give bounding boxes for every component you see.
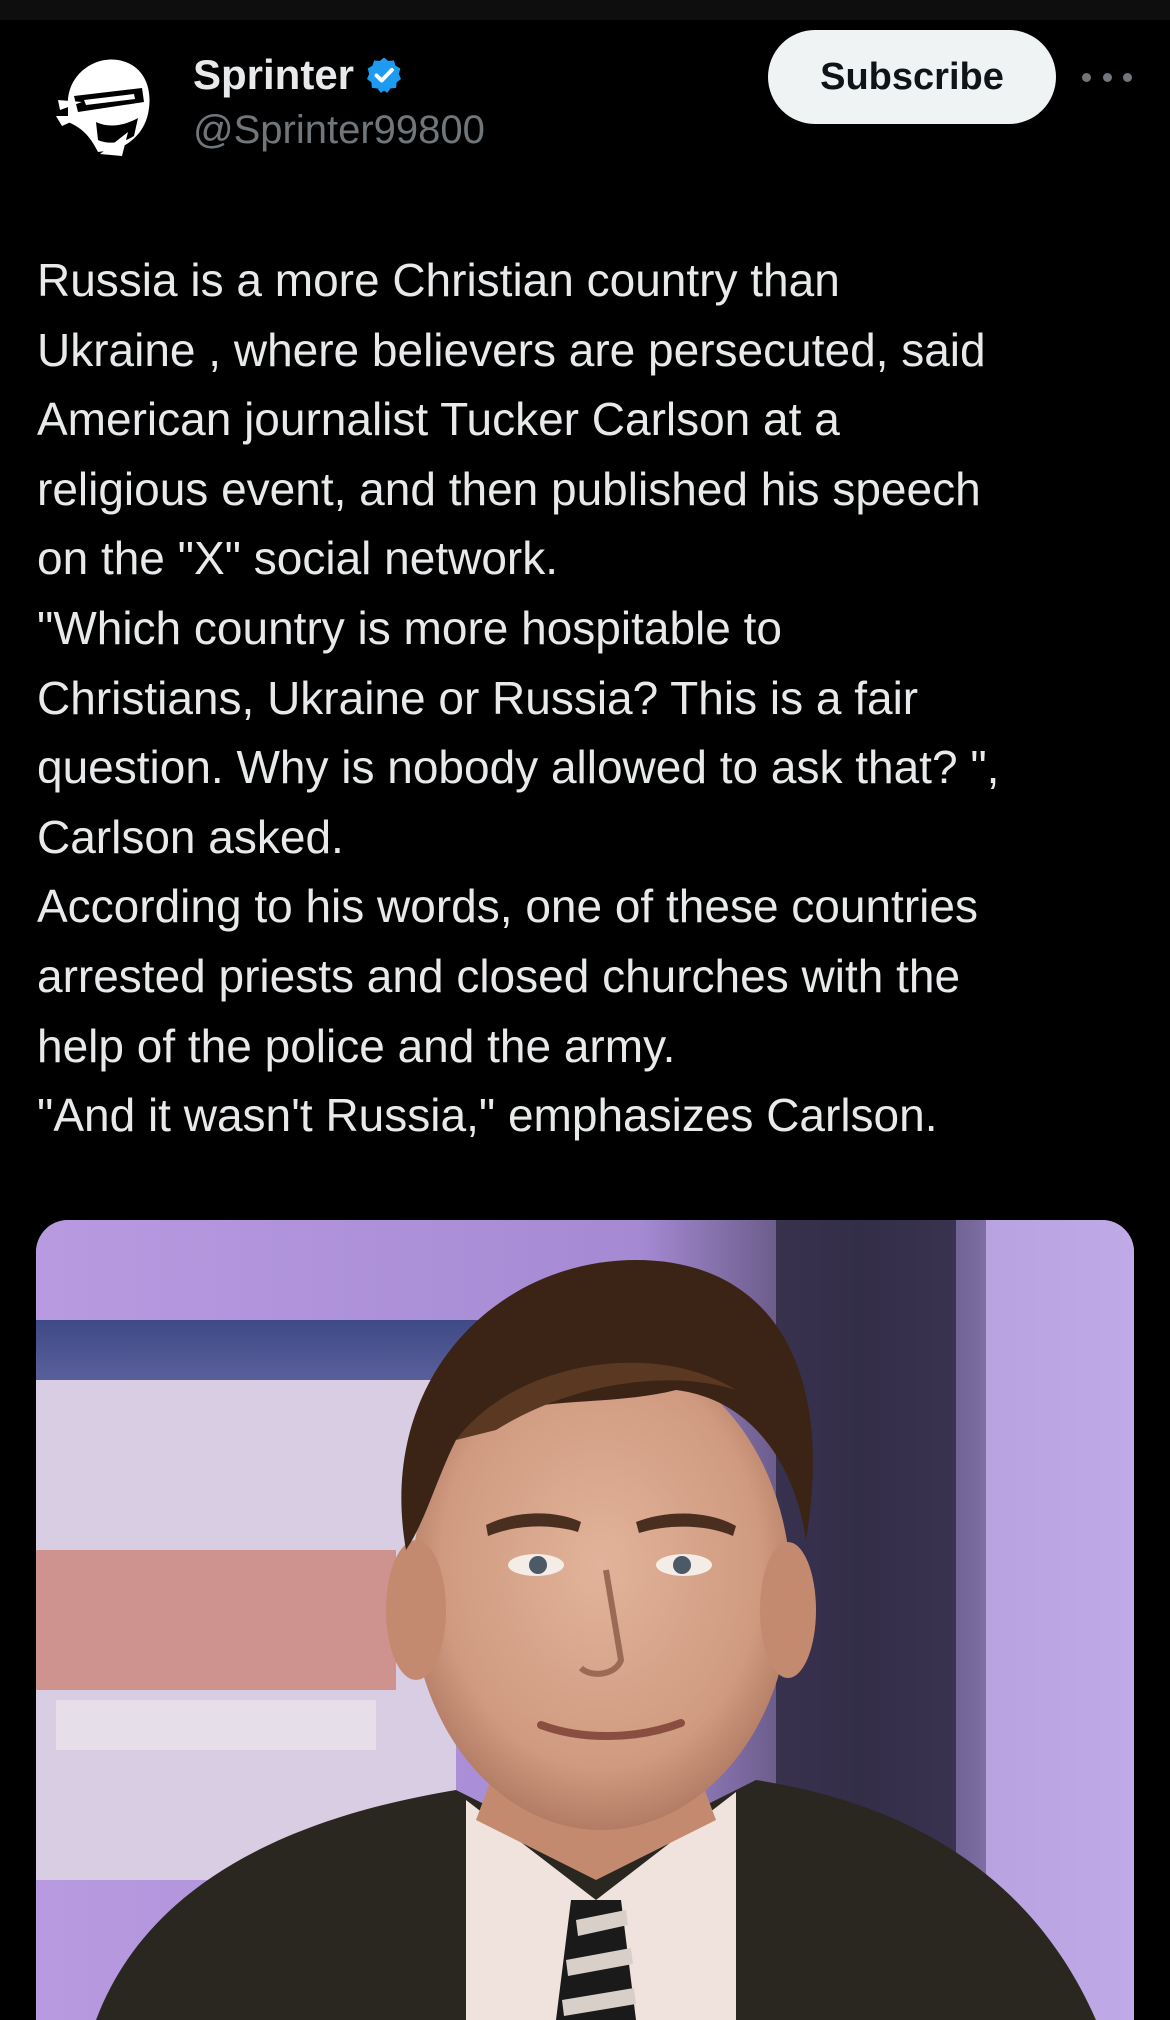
post-text-line: "Which country is more hospitable to (37, 601, 782, 654)
ninja-helmet-logo (38, 36, 172, 170)
status-bar-strip (0, 0, 1170, 20)
post-header: Sprinter @Sprinter99800 Subscribe (0, 20, 1170, 180)
post-text-line: Russia is a more Christian country than (37, 254, 840, 306)
post-text-line: religious event, and then published his … (37, 462, 981, 515)
post-text-line: arrested priests and closed churches wit… (37, 949, 961, 1002)
author-display-name[interactable]: Sprinter (193, 50, 354, 100)
post-text-line: Ukraine , where believers are persecuted… (37, 323, 986, 376)
verified-badge-icon (367, 57, 402, 93)
more-dot (1123, 72, 1132, 82)
author-name-row[interactable]: Sprinter (193, 50, 404, 100)
post-text-line: According to his words, one of these cou… (37, 880, 978, 933)
post-text-line: question. Why is nobody allowed to ask t… (37, 741, 1000, 794)
author-handle[interactable]: @Sprinter99800 (193, 106, 485, 154)
post-text-line: on the "X" social network. (37, 532, 559, 585)
more-horizontal-icon[interactable] (1082, 62, 1132, 92)
post-text-line: American journalist Tucker Carlson at a (37, 393, 840, 446)
post-text-line: Carlson asked. (37, 810, 344, 863)
more-dot (1082, 72, 1091, 82)
post-text-line: Christians, Ukraine or Russia? This is a… (37, 671, 919, 724)
avatar[interactable] (38, 36, 172, 170)
subscribe-button[interactable]: Subscribe (768, 30, 1056, 124)
post-text-line: help of the police and the army. (37, 1019, 676, 1072)
portrait-photo (36, 1220, 1134, 2020)
more-dot (1102, 72, 1112, 82)
post-media-photo[interactable] (36, 1220, 1134, 2020)
post-text: Russia is a more Christian country than … (37, 246, 1147, 1151)
post-text-line: "And it wasn't Russia," emphasizes Carls… (37, 1089, 938, 1142)
